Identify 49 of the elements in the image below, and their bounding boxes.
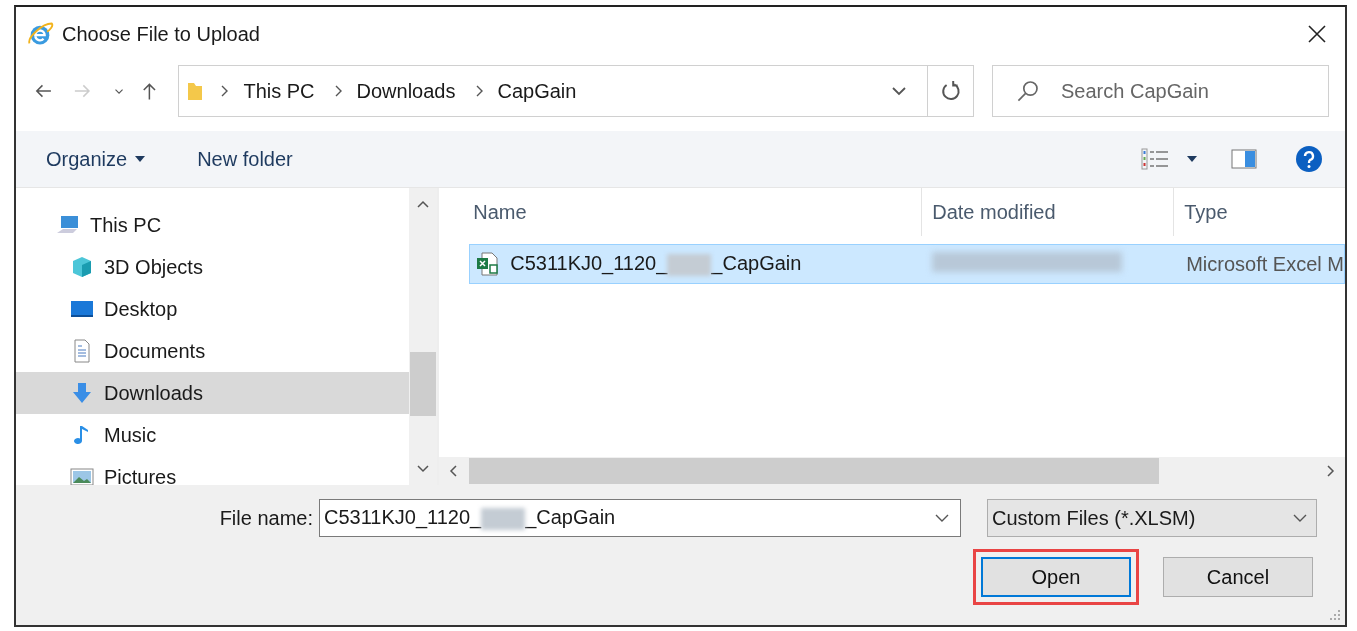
nav-item[interactable]: This PC <box>16 204 410 246</box>
file-row[interactable]: C5311KJ0_1120_ _CapGain Microsoft Excel M <box>469 244 1345 284</box>
open-button[interactable]: Open <box>981 557 1131 597</box>
scrollbar-thumb[interactable] <box>410 352 437 416</box>
scrollbar-thumb[interactable] <box>469 458 1160 484</box>
new-folder-button[interactable]: New folder <box>195 143 295 175</box>
resize-grip-icon[interactable] <box>1329 609 1341 621</box>
refresh-icon <box>939 80 962 102</box>
file-name: C5311KJ0_1120_ _CapGain <box>510 252 802 276</box>
caret-icon <box>135 156 146 162</box>
scroll-up-icon[interactable] <box>417 198 430 210</box>
cancel-button[interactable]: Cancel <box>1163 557 1313 597</box>
scroll-left-icon[interactable] <box>447 465 460 477</box>
search-icon <box>1016 79 1040 103</box>
file-name-label: File name: <box>219 506 313 530</box>
caret-icon[interactable] <box>1187 156 1197 162</box>
chevron-down-icon <box>1292 513 1308 523</box>
chevron-right-icon <box>219 83 230 99</box>
search-field[interactable]: Search CapGain <box>992 65 1329 117</box>
chevron-down-icon <box>934 513 950 523</box>
view-options-icon[interactable] <box>1141 147 1169 171</box>
column-header[interactable]: Date modified <box>921 188 1174 236</box>
column-header[interactable]: Type <box>1173 188 1345 236</box>
help-icon[interactable] <box>1295 145 1323 173</box>
file-name-field[interactable]: C5311KJ0_1120_ _CapGain <box>319 499 961 537</box>
spreadsheet-file-icon <box>476 252 501 276</box>
nav-item[interactable]: Documents <box>16 330 410 372</box>
address-bar[interactable]: This PC Downloads CapGain <box>178 65 929 117</box>
close-icon[interactable] <box>1307 24 1327 44</box>
nav-item[interactable]: Downloads <box>16 372 410 414</box>
file-type: Microsoft Excel M <box>1186 252 1344 275</box>
breadcrumb-item[interactable]: CapGain <box>497 79 577 103</box>
scroll-down-icon[interactable] <box>417 463 430 475</box>
breadcrumb-item[interactable]: Downloads <box>356 79 456 103</box>
down-arrow-icon <box>70 381 94 405</box>
nav-item[interactable]: Music <box>16 414 410 456</box>
nav-item[interactable]: Desktop <box>16 288 410 330</box>
preview-pane-icon[interactable] <box>1231 149 1257 169</box>
refresh-button[interactable] <box>928 65 974 117</box>
window-title: Choose File to Upload <box>62 22 260 46</box>
nav-item[interactable]: Pictures <box>16 456 410 498</box>
organize-button[interactable]: Organize <box>44 143 148 175</box>
breadcrumb-item[interactable]: This PC <box>243 79 315 103</box>
cube-icon <box>70 255 94 279</box>
folder-icon <box>187 80 204 102</box>
nav-item[interactable]: 3D Objects <box>16 246 410 288</box>
scroll-right-icon[interactable] <box>1325 465 1337 477</box>
file-type-dropdown[interactable]: Custom Files (*.XLSM) <box>987 499 1317 537</box>
column-header[interactable]: Name <box>439 188 922 236</box>
